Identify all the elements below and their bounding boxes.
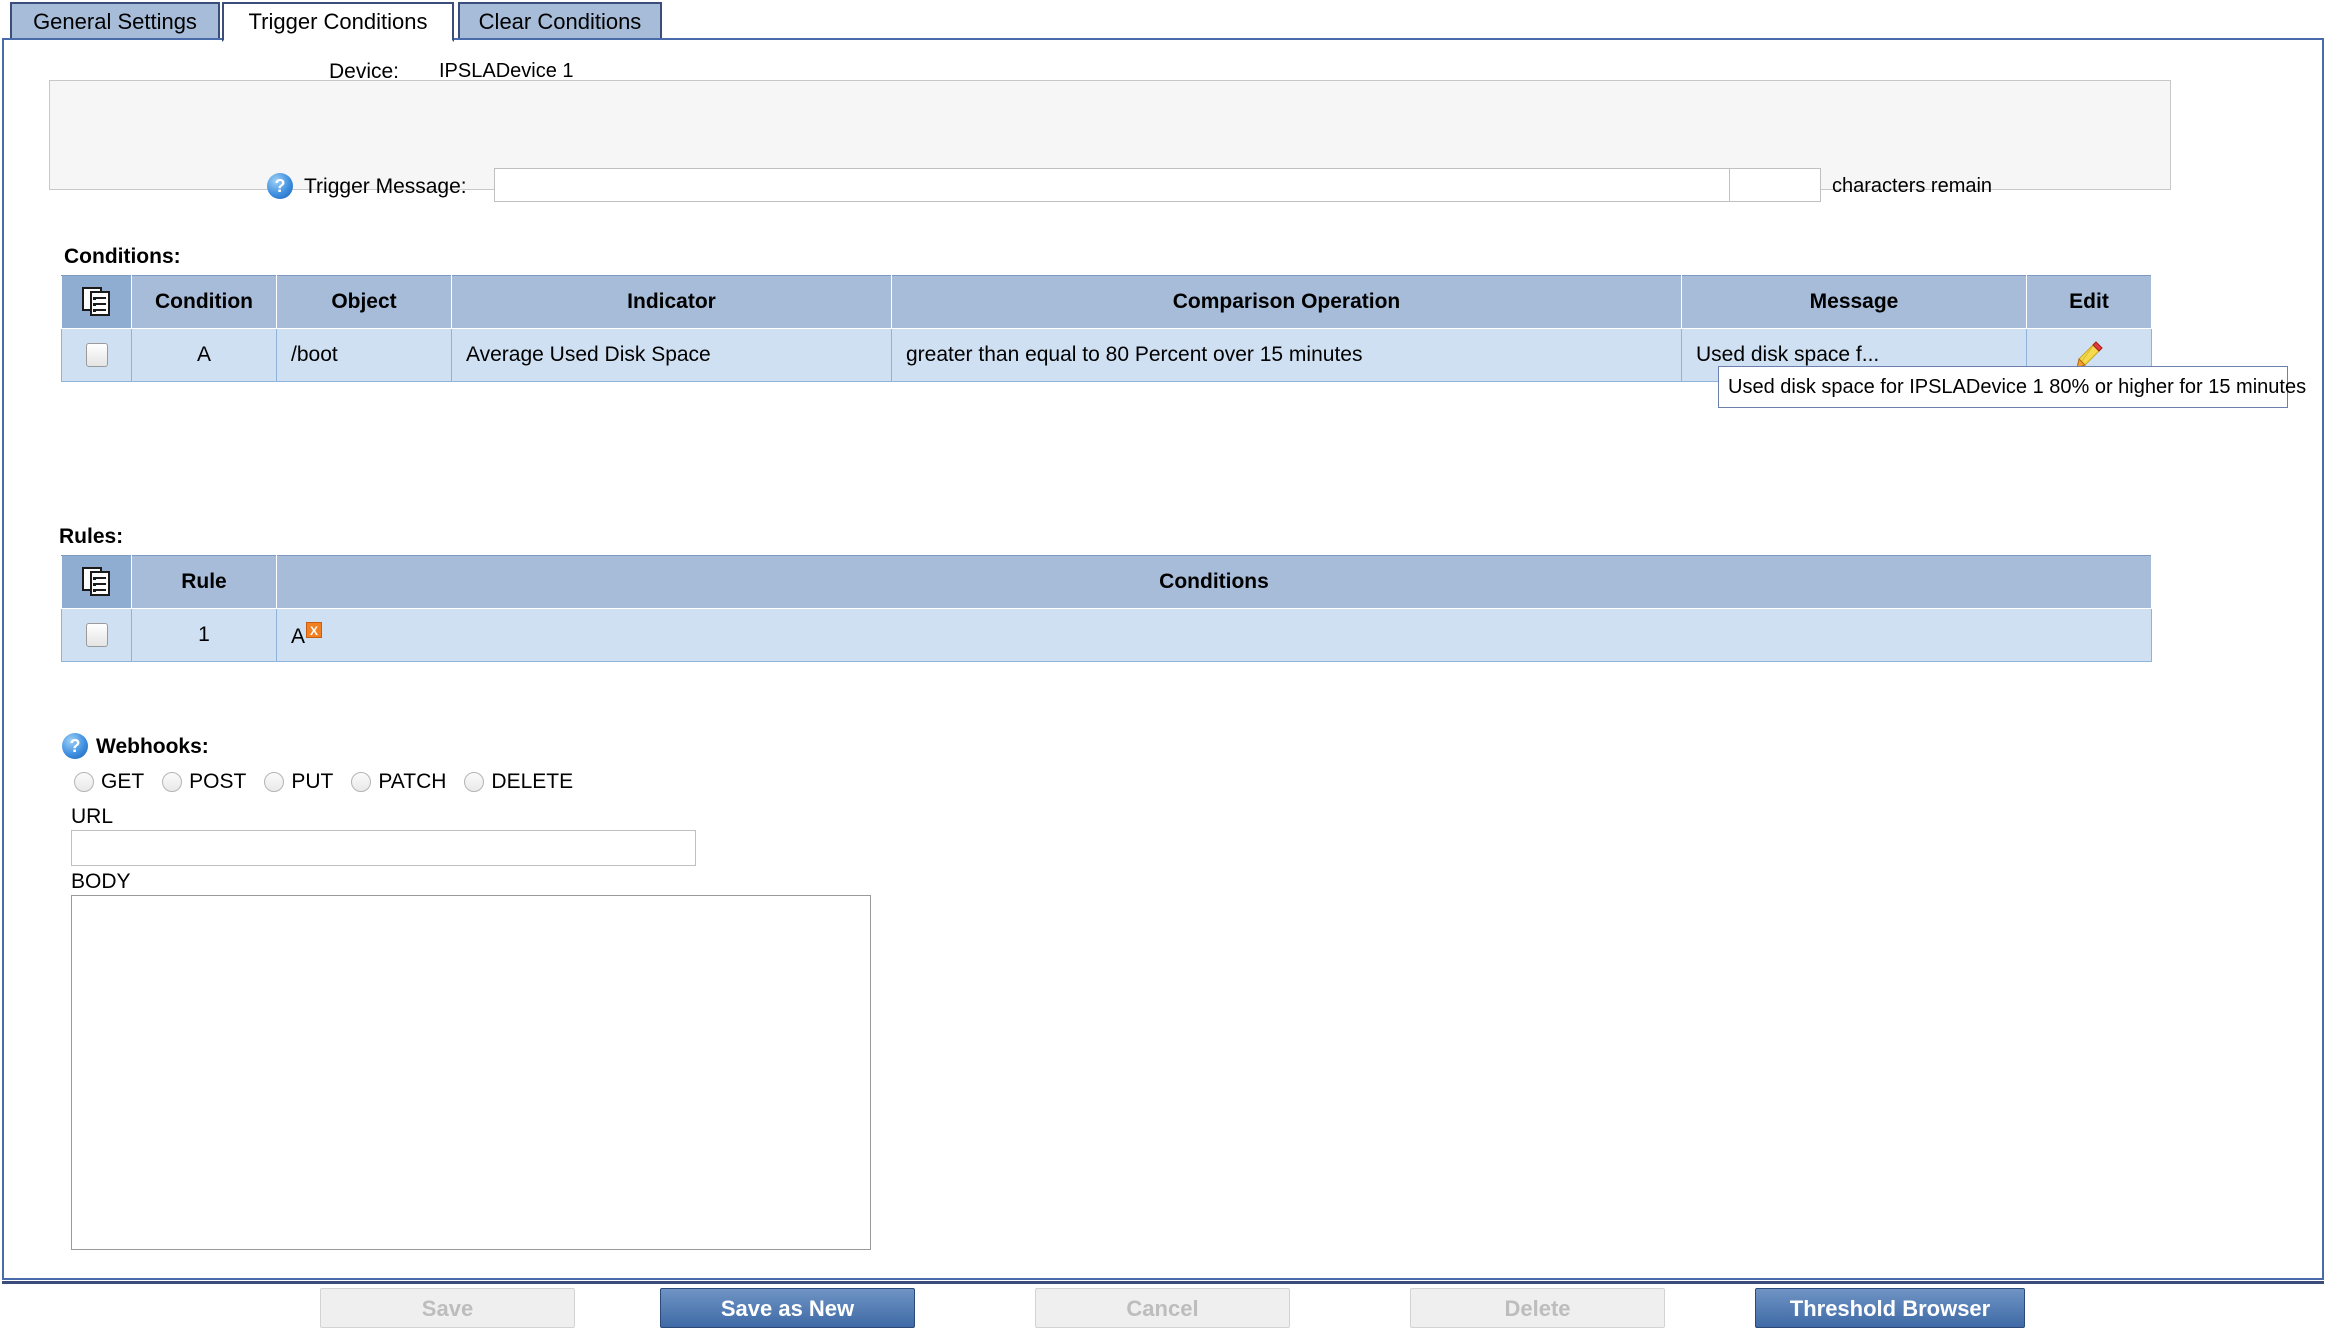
device-value: IPSLADevice 1 (439, 60, 574, 82)
save-as-new-button[interactable]: Save as New (660, 1288, 915, 1328)
row-checkbox-cell[interactable] (61, 328, 132, 382)
column-chooser-line-2 (93, 583, 106, 585)
column-chooser-line-1 (93, 297, 106, 299)
cancel-button[interactable]: Cancel (1035, 1288, 1290, 1328)
radio-patch[interactable] (351, 772, 372, 793)
rules-title: Rules: (59, 525, 124, 548)
help-icon-trigger-message[interactable]: ? (267, 173, 293, 199)
cell-condition: A (131, 328, 277, 382)
row-checkbox[interactable] (85, 343, 108, 368)
radio-label-patch: PATCH (378, 770, 447, 794)
tab-trigger-conditions[interactable]: Trigger Conditions (222, 2, 454, 42)
column-header-condition[interactable]: Condition (131, 275, 277, 329)
radio-label-delete: DELETE (491, 770, 574, 794)
radio-label-get: GET (101, 770, 145, 794)
radio-get[interactable] (74, 772, 94, 793)
column-chooser-icon[interactable] (81, 567, 112, 597)
conditions-header-row: Condition Object Indicator Comparison Op… (61, 275, 2152, 329)
characters-remain-input[interactable] (1729, 168, 1821, 202)
rule-checkbox-cell[interactable] (61, 608, 132, 662)
trigger-message-label: Trigger Message: (304, 175, 467, 198)
cell-object: /boot (276, 328, 452, 382)
column-header-message[interactable]: Message (1681, 275, 2027, 329)
cell-indicator: Average Used Disk Space (451, 328, 892, 382)
threshold-browser-button[interactable]: Threshold Browser (1755, 1288, 2025, 1328)
table-row[interactable]: 1 AX (61, 608, 2152, 662)
column-chooser-line-3 (93, 589, 106, 591)
tab-clear-conditions[interactable]: Clear Conditions (458, 2, 662, 38)
delete-button[interactable]: Delete (1410, 1288, 1665, 1328)
tab-general-settings[interactable]: General Settings (10, 2, 220, 38)
rule-checkbox[interactable] (85, 623, 108, 648)
column-header-indicator[interactable]: Indicator (451, 275, 892, 329)
radio-post[interactable] (162, 772, 183, 793)
cell-rule-conditions: AX (276, 608, 2152, 662)
conditions-title: Conditions: (64, 245, 181, 268)
body-textarea[interactable] (71, 895, 871, 1250)
radio-put[interactable] (264, 772, 285, 793)
remove-condition-icon[interactable]: X (306, 621, 323, 638)
body-label: BODY (71, 870, 131, 893)
cell-comparison-operation: greater than equal to 80 Percent over 15… (891, 328, 1682, 382)
cell-rule-number: 1 (131, 608, 277, 662)
rule-condition-token: A (291, 624, 306, 648)
column-header-edit[interactable]: Edit (2026, 275, 2152, 329)
save-button[interactable]: Save (320, 1288, 575, 1328)
radio-delete[interactable] (464, 772, 485, 793)
url-input[interactable] (71, 830, 696, 866)
webhook-method-group: GET POST PUT PATCH DELETE (74, 770, 591, 794)
tab-bar: General Settings Trigger Conditions Clea… (0, 0, 2332, 42)
message-tooltip: Used disk space for IPSLADevice 1 80% or… (1718, 366, 2306, 408)
column-chooser-icon[interactable] (81, 287, 112, 317)
column-header-rule[interactable]: Rule (131, 555, 277, 609)
rules-select-all-header[interactable] (61, 555, 132, 609)
radio-label-put: PUT (291, 770, 334, 794)
column-header-conditions[interactable]: Conditions (276, 555, 2152, 609)
column-chooser-line-1 (93, 577, 106, 579)
rules-header-row: Rule Conditions (61, 555, 2152, 609)
column-header-comparison-operation[interactable]: Comparison Operation (891, 275, 1682, 329)
column-chooser-line-3 (93, 309, 106, 311)
footer-divider (2, 1281, 2324, 1284)
webhooks-title: Webhooks: (96, 735, 209, 758)
main-panel: Device: IPSLADevice 1 ? Trigger Message:… (2, 38, 2324, 1280)
help-icon-webhooks[interactable]: ? (62, 733, 88, 759)
trigger-message-input[interactable] (494, 168, 1734, 202)
conditions-select-all-header[interactable] (61, 275, 132, 329)
characters-remain-label: characters remain (1832, 175, 1993, 197)
column-chooser-line-2 (93, 303, 106, 305)
device-label: Device: (328, 60, 399, 83)
column-header-object[interactable]: Object (276, 275, 452, 329)
url-label: URL (71, 805, 114, 828)
rules-table: Rule Conditions 1 AX (61, 555, 2152, 662)
radio-label-post: POST (189, 770, 247, 794)
